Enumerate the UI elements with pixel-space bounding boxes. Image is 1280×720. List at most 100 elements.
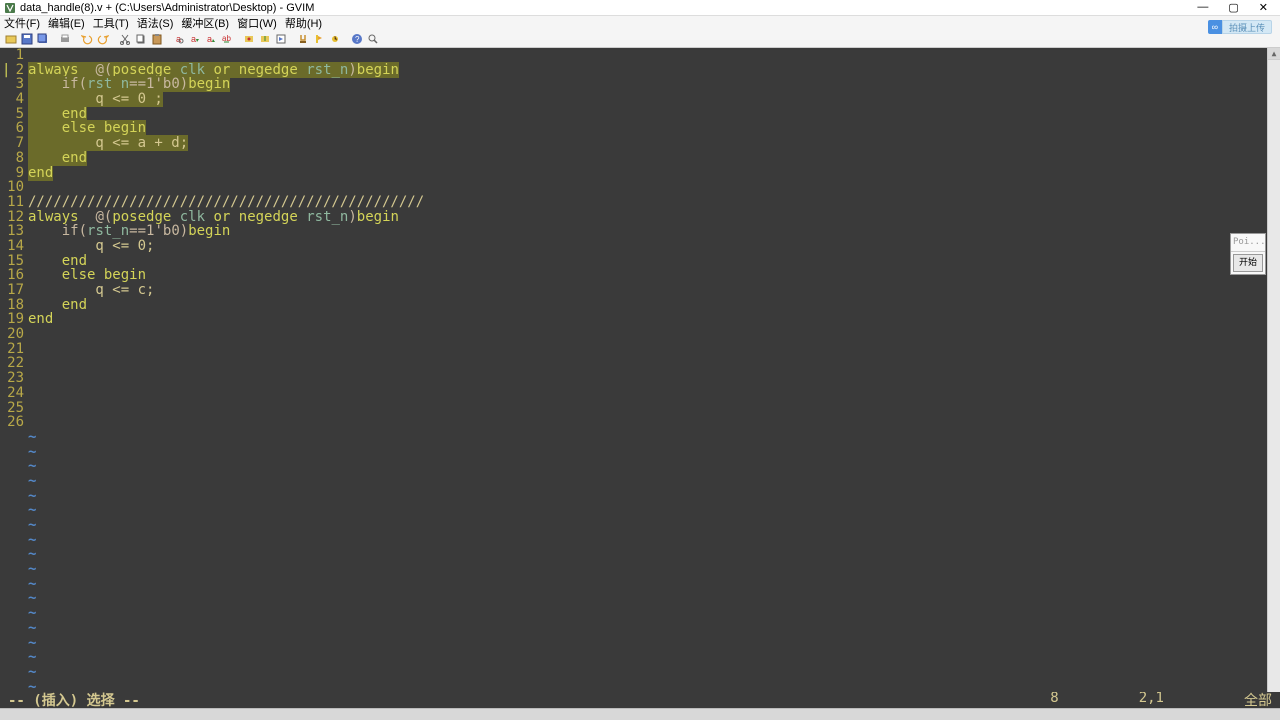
tilde-line: ~	[28, 430, 1280, 445]
tilde-line: ~	[28, 606, 1280, 621]
lineno: 23	[0, 371, 24, 386]
lineno: 5	[0, 107, 24, 122]
session-load-icon[interactable]	[242, 32, 256, 46]
tilde-line: ~	[28, 591, 1280, 606]
code-line	[28, 401, 1280, 416]
lineno: 11	[0, 195, 24, 210]
tilde-line: ~	[28, 636, 1280, 651]
make-icon[interactable]	[296, 32, 310, 46]
cloud-upload-label: 拍摄上传	[1222, 20, 1272, 34]
lineno: 20	[0, 327, 24, 342]
findprev-icon[interactable]: a	[204, 32, 218, 46]
code-line: always @(posedge clk or negedge rst_n)be…	[28, 210, 1280, 225]
lineno: 25	[0, 401, 24, 416]
code-line: q <= 0;	[28, 239, 1280, 254]
menu-window[interactable]: 窗口(W)	[237, 15, 277, 31]
code-line: q <= 0 ;	[28, 92, 1280, 107]
float-title: Poi...	[1231, 234, 1265, 252]
titlebar: data_handle(8).v + (C:\Users\Administrat…	[0, 0, 1280, 16]
find-icon[interactable]: a	[172, 32, 186, 46]
code-line: end	[28, 166, 1280, 181]
help-icon[interactable]: ?	[350, 32, 364, 46]
redo-icon[interactable]	[96, 32, 110, 46]
code-line: end	[28, 312, 1280, 327]
lineno: 15	[0, 254, 24, 269]
code-line	[28, 342, 1280, 357]
paste-icon[interactable]	[150, 32, 164, 46]
close-button[interactable]: ✕	[1259, 1, 1268, 14]
runscript-icon[interactable]	[274, 32, 288, 46]
code-line: if(rst_n==1'b0)begin	[28, 77, 1280, 92]
lineno: 19	[0, 312, 24, 327]
tilde-line: ~	[28, 577, 1280, 592]
tilde-line: ~	[28, 474, 1280, 489]
svg-text:a: a	[207, 34, 212, 44]
menu-buffer[interactable]: 缓冲区(B)	[181, 15, 229, 31]
lineno: 13	[0, 224, 24, 239]
code-line: end	[28, 298, 1280, 313]
editor-area[interactable]: 1 |2 3 4 5 6 7 8 9 10 11 12 13 14 15 16 …	[0, 48, 1280, 692]
lineno: |2	[0, 63, 24, 78]
tilde-line: ~	[28, 489, 1280, 504]
code-line	[28, 48, 1280, 63]
menu-syntax[interactable]: 语法(S)	[137, 15, 174, 31]
saveall-icon[interactable]	[36, 32, 50, 46]
window-title: data_handle(8).v + (C:\Users\Administrat…	[20, 2, 1197, 14]
tagjump-icon[interactable]	[328, 32, 342, 46]
lineno: 17	[0, 283, 24, 298]
code-line: ////////////////////////////////////////…	[28, 195, 1280, 210]
lineno: 8	[0, 151, 24, 166]
print-icon[interactable]	[58, 32, 72, 46]
scrollbar-up-icon[interactable]: ▲	[1268, 48, 1280, 60]
menu-edit[interactable]: 编辑(E)	[48, 15, 85, 31]
tilde-line: ~	[28, 665, 1280, 680]
float-window[interactable]: Poi... 开始	[1230, 233, 1266, 275]
code-line: always @(posedge clk or negedge rst_n)be…	[28, 63, 1280, 78]
lineno: 10	[0, 180, 24, 195]
float-start-button[interactable]: 开始	[1233, 254, 1263, 273]
ctags-icon[interactable]	[312, 32, 326, 46]
maximize-button[interactable]: ▢	[1228, 1, 1238, 14]
line-gutter: 1 |2 3 4 5 6 7 8 9 10 11 12 13 14 15 16 …	[0, 48, 28, 692]
menubar: 文件(F) 编辑(E) 工具(T) 语法(S) 缓冲区(B) 窗口(W) 帮助(…	[0, 16, 1280, 30]
code-line: q <= c;	[28, 283, 1280, 298]
lineno: 6	[0, 121, 24, 136]
lineno: 14	[0, 239, 24, 254]
cloud-icon: ∞	[1208, 20, 1222, 34]
minimize-button[interactable]: —	[1197, 1, 1208, 14]
vertical-scrollbar[interactable]: ▲	[1267, 48, 1280, 692]
tilde-line: ~	[28, 547, 1280, 562]
save-icon[interactable]	[20, 32, 34, 46]
open-icon[interactable]	[4, 32, 18, 46]
tilde-line: ~	[28, 650, 1280, 665]
copy-icon[interactable]	[134, 32, 148, 46]
findhelp-icon[interactable]	[366, 32, 380, 46]
tilde-line: ~	[28, 459, 1280, 474]
code-line: end	[28, 151, 1280, 166]
menu-tools[interactable]: 工具(T)	[93, 15, 129, 31]
toolbar: a a a ab ? ∞ 拍摄上传	[0, 30, 1280, 48]
findnext-icon[interactable]: a	[188, 32, 202, 46]
tilde-line: ~	[28, 680, 1280, 695]
code-line	[28, 415, 1280, 430]
lineno: 16	[0, 268, 24, 283]
menu-help[interactable]: 帮助(H)	[285, 15, 322, 31]
lineno: 22	[0, 356, 24, 371]
code-line: if(rst_n==1'b0)begin	[28, 224, 1280, 239]
code-line	[28, 386, 1280, 401]
svg-text:?: ?	[355, 35, 360, 44]
menu-file[interactable]: 文件(F)	[4, 15, 40, 31]
gvim-app-icon	[4, 2, 16, 14]
tilde-line: ~	[28, 445, 1280, 460]
undo-icon[interactable]	[80, 32, 94, 46]
lineno: 3	[0, 77, 24, 92]
lineno: 21	[0, 342, 24, 357]
session-save-icon[interactable]	[258, 32, 272, 46]
code-content[interactable]: always @(posedge clk or negedge rst_n)be…	[28, 48, 1280, 692]
replace-icon[interactable]: ab	[220, 32, 234, 46]
cut-icon[interactable]	[118, 32, 132, 46]
lineno: 4	[0, 92, 24, 107]
statusbar: -- (插入) 选择 -- 8 2,1 全部	[0, 692, 1280, 708]
cloud-upload-button[interactable]: ∞ 拍摄上传	[1208, 20, 1272, 34]
code-line: end	[28, 107, 1280, 122]
